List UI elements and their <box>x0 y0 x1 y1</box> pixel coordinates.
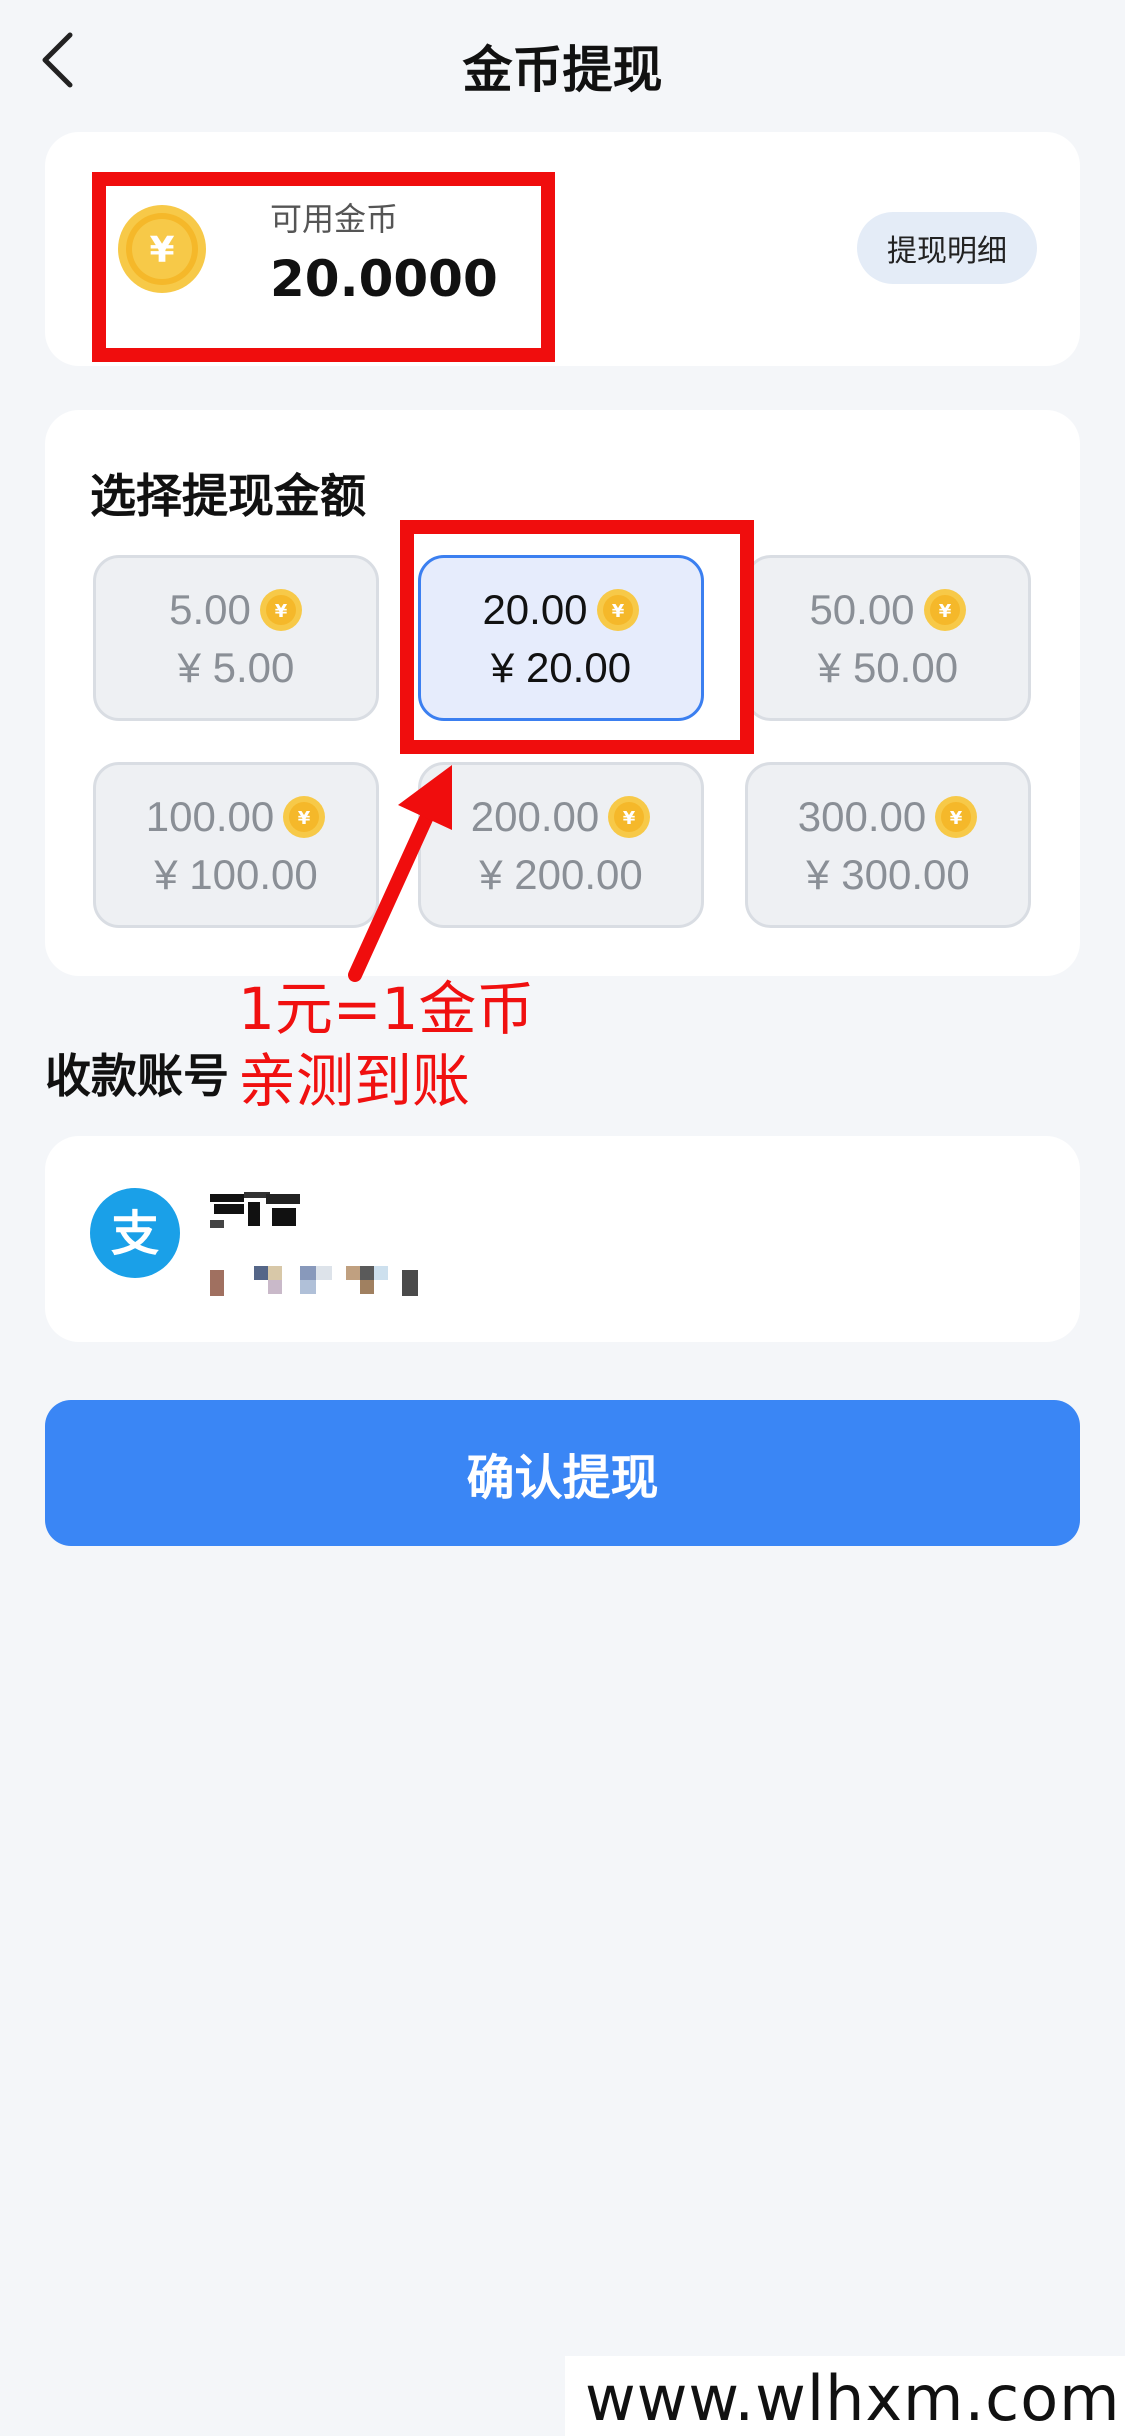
amount-section-title: 选择提现金额 <box>90 469 366 523</box>
amount-coins: 100.00 <box>145 793 275 840</box>
annotation-text-verified: 亲测到账 <box>238 1047 471 1115</box>
amount-option-50[interactable]: 50.00 ¥ ¥ 50.00 <box>745 555 1031 721</box>
coin-icon: ¥ <box>923 589 966 631</box>
amount-coins: 300.00 <box>797 793 927 840</box>
amount-yuan: ¥ 100.00 <box>154 851 318 898</box>
account-card[interactable]: 支 <box>45 1136 1080 1342</box>
amount-option-5[interactable]: 5.00 ¥ ¥ 5.00 <box>93 555 379 721</box>
watermark: www.wlhxm.com <box>585 2362 1121 2435</box>
amount-yuan: ¥ 5.00 <box>177 644 295 691</box>
header: 金币提现 <box>0 0 1125 130</box>
alipay-icon: 支 <box>90 1188 180 1278</box>
coin-icon: ¥ <box>283 796 326 838</box>
confirm-withdraw-button[interactable]: 确认提现 <box>45 1400 1080 1546</box>
svg-text:¥: ¥ <box>298 808 311 829</box>
account-id-redacted <box>210 1266 418 1296</box>
annotation-text-rate: 1元=1金币 <box>238 975 535 1043</box>
annotation-box-selected <box>400 520 754 754</box>
amount-coins: 5.00 <box>169 586 251 633</box>
coin-icon: ¥ <box>935 796 978 838</box>
account-section-title: 收款账号 <box>45 1049 229 1103</box>
coin-icon: ¥ <box>259 589 302 631</box>
amount-coins: 200.00 <box>470 793 600 840</box>
svg-text:¥: ¥ <box>623 808 636 829</box>
annotation-box-balance <box>92 172 555 362</box>
svg-text:¥: ¥ <box>275 601 288 622</box>
amount-option-300[interactable]: 300.00 ¥ ¥ 300.00 <box>745 762 1031 928</box>
account-name-redacted <box>210 1192 300 1228</box>
svg-text:¥: ¥ <box>950 808 963 829</box>
page-title: 金币提现 <box>462 41 663 99</box>
amount-option-200[interactable]: 200.00 ¥ ¥ 200.00 <box>418 762 704 928</box>
amount-yuan: ¥ 300.00 <box>806 851 970 898</box>
withdraw-history-button[interactable]: 提现明细 <box>857 212 1037 284</box>
coin-icon: ¥ <box>608 796 651 838</box>
svg-text:¥: ¥ <box>938 601 951 622</box>
alipay-glyph: 支 <box>111 1206 159 1262</box>
amount-yuan: ¥ 50.00 <box>817 644 959 691</box>
amount-yuan: ¥ 200.00 <box>479 851 643 898</box>
amount-option-100[interactable]: 100.00 ¥ ¥ 100.00 <box>93 762 379 928</box>
amount-coins: 50.00 <box>809 586 915 633</box>
